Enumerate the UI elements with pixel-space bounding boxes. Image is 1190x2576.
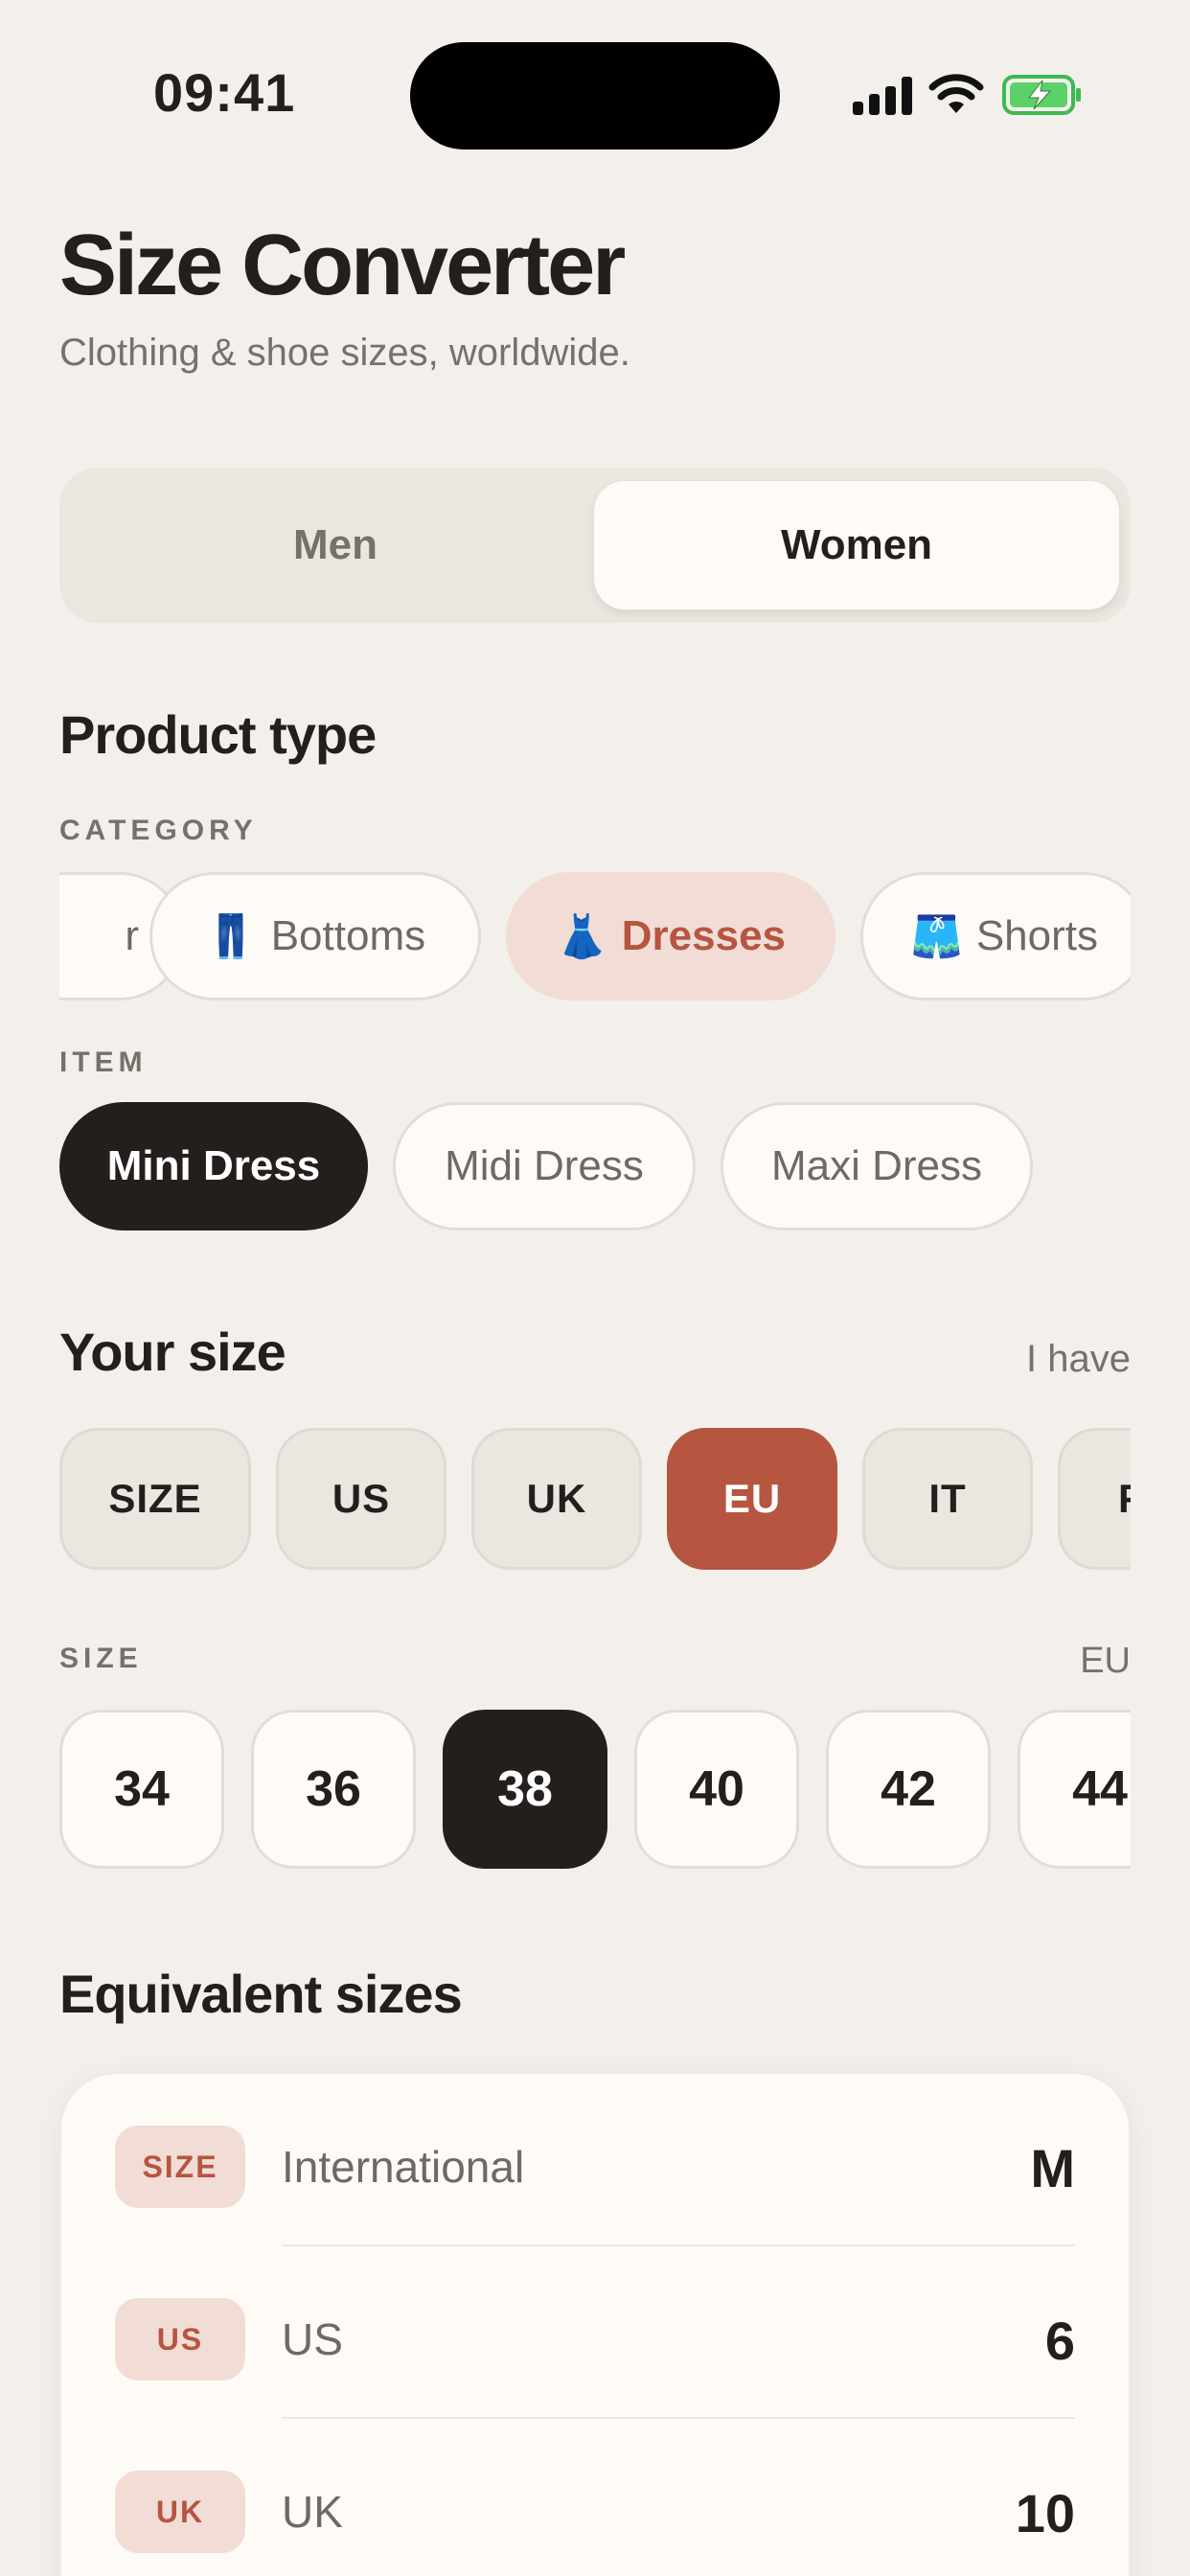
size-system-indicator: EU [1080, 1641, 1131, 1681]
page-subtitle: Clothing & shoe sizes, worldwide. [59, 332, 630, 374]
category-chip-dresses[interactable]: 👗 Dresses [506, 872, 835, 1000]
battery-charging-icon [1002, 75, 1081, 115]
system-chip-size[interactable]: SIZE [59, 1428, 251, 1570]
equivalent-sizes-heading: Equivalent sizes [59, 1964, 463, 2024]
equivalent-row-uk: UK UK 10 [61, 2419, 1129, 2576]
category-chip-shorts[interactable]: 🩳 Shorts [860, 872, 1131, 1000]
page-title: Size Converter [59, 218, 626, 313]
system-chip-eu[interactable]: EU [667, 1428, 837, 1570]
your-size-heading: Your size [59, 1322, 286, 1382]
size-system-scroller[interactable]: SIZE US UK EU IT F [59, 1428, 1131, 1572]
equivalent-row-us: US US 6 [61, 2246, 1129, 2419]
size-value: 10 [1015, 2483, 1075, 2543]
item-label: ITEM [59, 1046, 148, 1078]
size-chip-36[interactable]: 36 [251, 1710, 416, 1869]
system-name: International [282, 2142, 525, 2192]
gender-option-women[interactable]: Women [594, 481, 1119, 610]
item-chip-maxi-dress[interactable]: Maxi Dress [721, 1102, 1033, 1230]
category-scroller[interactable]: r 👖 Bottoms 👗 Dresses 🩳 Shorts [59, 870, 1131, 1004]
category-chip-bottoms[interactable]: 👖 Bottoms [149, 872, 481, 1000]
system-badge: US [115, 2298, 245, 2380]
system-chip-uk[interactable]: UK [471, 1428, 642, 1570]
system-name: US [282, 2314, 343, 2364]
dynamic-island [410, 42, 780, 150]
status-time: 09:41 [153, 62, 296, 123]
wifi-icon [928, 74, 984, 113]
size-value: M [1030, 2138, 1075, 2198]
item-chip-mini-dress[interactable]: Mini Dress [59, 1102, 368, 1230]
size-chip-38[interactable]: 38 [443, 1710, 607, 1869]
your-size-hint: I have [1026, 1338, 1131, 1380]
item-chip-midi-dress[interactable]: Midi Dress [393, 1102, 696, 1230]
system-name: UK [282, 2487, 343, 2537]
jeans-icon: 👖 [204, 913, 258, 960]
system-badge: UK [115, 2471, 245, 2553]
gender-option-men[interactable]: Men [73, 481, 598, 610]
size-label: SIZE [59, 1643, 143, 1674]
size-chip-42[interactable]: 42 [826, 1710, 991, 1869]
size-chip-34[interactable]: 34 [59, 1710, 224, 1869]
size-chip-40[interactable]: 40 [634, 1710, 799, 1869]
size-chip-44[interactable]: 44 [1018, 1710, 1131, 1869]
size-value: 6 [1044, 2311, 1075, 2371]
system-chip-it[interactable]: IT [862, 1428, 1033, 1570]
system-chip-fr[interactable]: F [1058, 1428, 1131, 1570]
system-badge: SIZE [115, 2126, 245, 2208]
system-chip-us[interactable]: US [276, 1428, 446, 1570]
shorts-icon: 🩳 [910, 913, 963, 960]
size-value-scroller[interactable]: 34 36 38 40 42 44 [59, 1710, 1131, 1873]
category-label: CATEGORY [59, 815, 258, 846]
dress-icon: 👗 [555, 913, 608, 960]
equivalent-sizes-card: SIZE International M US US 6 UK UK 10 [59, 2072, 1131, 2576]
equivalent-row-international: SIZE International M [61, 2074, 1129, 2246]
product-type-heading: Product type [59, 704, 377, 765]
cellular-signal-icon [853, 77, 914, 115]
gender-toggle: Men Women [59, 468, 1131, 623]
